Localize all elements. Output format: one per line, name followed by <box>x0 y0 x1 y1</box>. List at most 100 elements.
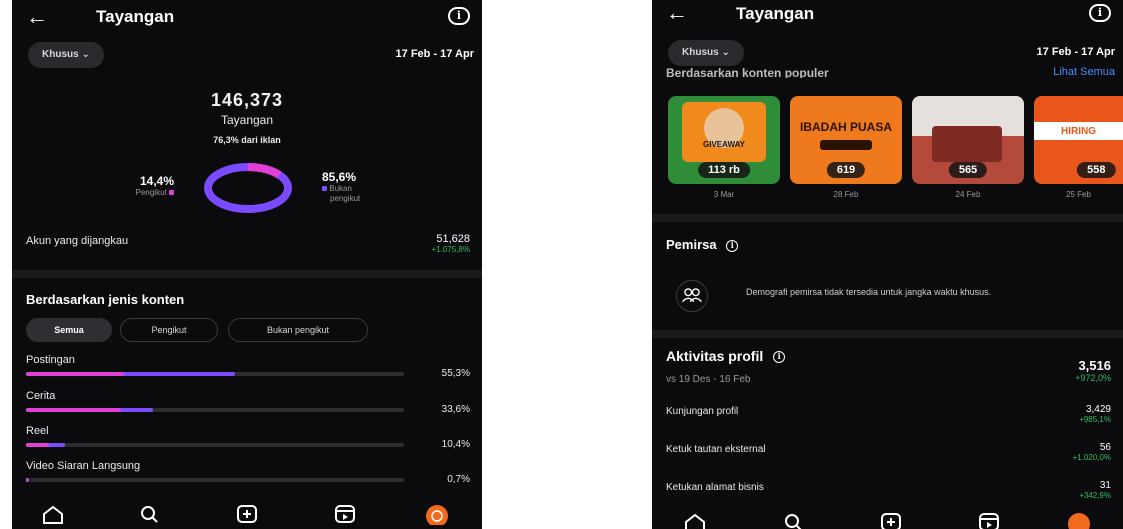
thumb-view-count: 113 rb <box>698 162 750 178</box>
profile-avatar[interactable] <box>1066 511 1092 529</box>
people-icon <box>676 280 708 312</box>
chevron-down-icon: ⌄ <box>81 49 90 60</box>
bar-percent: 55,3% <box>441 368 470 379</box>
bar-label: Reel <box>26 425 49 437</box>
home-icon[interactable] <box>682 511 708 529</box>
bar-track <box>26 372 404 376</box>
bar-percent: 0,7% <box>447 474 470 485</box>
header: ← Tayangan i <box>652 0 1123 36</box>
reels-icon[interactable] <box>976 511 1002 529</box>
insights-views-screen-scrolled: ← Tayangan i Khusus ⌄ 17 Feb - 17 Apr Be… <box>652 0 1123 529</box>
section-divider <box>12 270 482 278</box>
date-filter-dropdown[interactable]: Khusus ⌄ <box>668 40 744 66</box>
home-icon[interactable] <box>40 503 66 525</box>
reels-icon[interactable] <box>332 503 358 525</box>
bar-percent: 33,6% <box>441 404 470 415</box>
nonfollowers-pct: 85,6% <box>322 170 357 184</box>
top-content-heading: Berdasarkan konten populer <box>666 66 829 78</box>
info-icon[interactable]: i <box>1089 4 1111 22</box>
bar-track <box>26 443 404 447</box>
tab-nonfollowers[interactable]: Bukan pengikut <box>228 318 368 342</box>
page-title: Tayangan <box>96 7 175 26</box>
nonfollowers-dot <box>322 186 327 192</box>
donut-followers-arc <box>247 163 282 179</box>
info-icon[interactable]: i <box>448 7 470 25</box>
bar-label: Cerita <box>26 390 56 402</box>
nonfollowers-label-2: pengikut <box>330 194 361 203</box>
thumb-text: IBADAH PUASA <box>799 120 892 134</box>
thumb-date: 3 Mar <box>713 190 735 199</box>
info-icon[interactable]: i <box>773 351 786 364</box>
audience-donut-chart <box>204 163 292 213</box>
ads-share: 76,3% dari iklan <box>213 135 281 145</box>
profile-delta: +972,0% <box>1075 373 1111 383</box>
metric-value: 56 <box>1099 442 1111 453</box>
thumb-text: HIRING <box>1061 126 1096 137</box>
profile-compare: vs 19 Des - 16 Feb <box>666 374 751 385</box>
total-views-label: Tayangan <box>220 113 274 127</box>
followers-dot <box>169 190 174 196</box>
profile-value-block: 3,516 +972,0% <box>1075 358 1111 383</box>
bar-followers-segment <box>26 478 28 482</box>
reach-value-block: 51,628 +1.075,8% <box>432 233 470 254</box>
metric-delta: +985,1% <box>1079 415 1111 424</box>
metric-value-block: 56 +1.020,0% <box>1073 442 1111 462</box>
total-views: 146,373 <box>210 90 284 110</box>
date-range: 17 Feb - 17 Apr <box>395 48 474 60</box>
reach-delta: +1.075,8% <box>431 245 470 254</box>
tab-all[interactable]: Semua <box>26 318 112 342</box>
nonfollowers-label-1: Bukan <box>329 184 352 193</box>
thumb-view-count: 619 <box>826 162 866 178</box>
page-title: Tayangan <box>736 4 815 23</box>
insights-views-screen: ← Tayangan i Khusus ⌄ 17 Feb - 17 Apr 14… <box>12 0 482 529</box>
back-arrow-icon[interactable]: ← <box>26 4 48 30</box>
metric-value-block: 31 +342,9% <box>1079 480 1111 500</box>
bar-label: Video Siaran Langsung <box>26 460 141 472</box>
tab-followers[interactable]: Pengikut <box>120 318 218 342</box>
bar-followers-segment <box>26 408 121 412</box>
reach-label: Akun yang dijangkau <box>26 235 129 247</box>
metric-label: Kunjungan profil <box>666 406 739 417</box>
nonfollowers-legend: 85,6% Bukan pengikut <box>322 170 412 204</box>
reach-value: 51,628 <box>436 233 470 245</box>
bar-percent: 10,4% <box>441 439 470 450</box>
bar-label: Postingan <box>26 354 75 366</box>
thumb-view-count: 558 <box>1077 162 1116 178</box>
metric-label: Ketukan alamat bisnis <box>666 482 764 493</box>
thumb-text: GIVEAWAY <box>703 140 745 149</box>
filter-row: Khusus ⌄ 17 Feb - 17 Apr <box>12 40 482 70</box>
bar-followers-segment <box>26 443 49 447</box>
profile-value: 3,516 <box>1078 358 1111 373</box>
top-post-thumbnail[interactable]: HIRING 558 <box>1034 96 1123 184</box>
thumb-view-count: 565 <box>948 162 988 178</box>
add-post-icon[interactable] <box>878 511 904 529</box>
audience-heading: Pemirsa <box>666 237 717 252</box>
info-icon[interactable]: i <box>726 239 739 252</box>
profile-activity-heading: Aktivitas profil <box>666 348 764 364</box>
thumb-date: 28 Feb <box>833 190 859 199</box>
followers-pct: 14,4% <box>139 174 174 188</box>
search-icon[interactable] <box>780 511 806 529</box>
profile-avatar[interactable] <box>424 503 450 525</box>
top-post-thumbnail[interactable]: 565 <box>912 96 1024 184</box>
chevron-down-icon: ⌄ <box>721 47 730 58</box>
back-arrow-icon[interactable]: ← <box>666 0 688 26</box>
metric-value: 3,429 <box>1085 404 1111 415</box>
see-all-link[interactable]: Lihat Semua <box>1053 66 1115 78</box>
top-post-thumbnail[interactable]: IBADAH PUASA 619 <box>790 96 902 184</box>
thumb-date: 25 Feb <box>1066 190 1091 199</box>
metric-label: Ketuk tautan eksternal <box>666 444 766 455</box>
metric-delta: +1.020,0% <box>1072 453 1111 462</box>
search-icon[interactable] <box>136 503 162 525</box>
audience-heading-row: Pemirsa i <box>666 237 739 252</box>
section-divider <box>652 330 1123 338</box>
top-post-thumbnail[interactable]: GIVEAWAY 113 rb <box>668 96 780 184</box>
date-filter-dropdown[interactable]: Khusus ⌄ <box>28 42 104 68</box>
metric-delta: +342,9% <box>1079 491 1111 500</box>
add-post-icon[interactable] <box>234 503 260 525</box>
date-range: 17 Feb - 17 Apr <box>1036 46 1115 58</box>
thumb-date: 24 Feb <box>955 190 981 199</box>
filter-row: Khusus ⌄ 17 Feb - 17 Apr <box>652 38 1123 68</box>
metric-value-block: 3,429 +985,1% <box>1079 404 1111 424</box>
bottom-nav <box>12 499 482 529</box>
